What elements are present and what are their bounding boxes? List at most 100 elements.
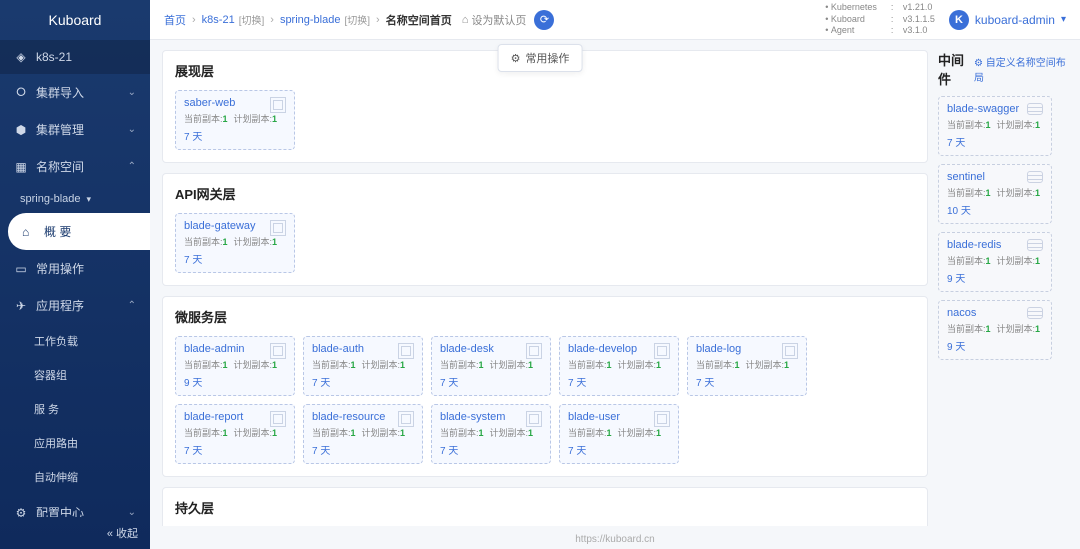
nav-cluster[interactable]: ◈ k8s-21: [0, 40, 150, 74]
nav-cluster-label: k8s-21: [36, 50, 72, 64]
workload-card[interactable]: blade-desk 当前副本:1 计划副本:1 7 天: [431, 336, 551, 396]
nav-service[interactable]: 服 务: [0, 392, 150, 426]
main: 首页 › k8s-21 [切换] › spring-blade [切换] › 名…: [150, 0, 1080, 549]
nav-apps[interactable]: ✈ 应用程序 ⌃: [0, 287, 150, 324]
workload-card[interactable]: sentinel 当前副本:1 计划副本:1 10 天: [938, 164, 1052, 224]
card-age: 7 天: [312, 374, 414, 389]
nav-namespace-selected[interactable]: spring-blade ▾: [0, 185, 150, 213]
nav-overview-label: 概 要: [44, 223, 71, 240]
workload-card[interactable]: blade-admin 当前副本:1 计划副本:1 9 天: [175, 336, 295, 396]
nav-workload[interactable]: 工作负载: [0, 324, 150, 358]
user-menu[interactable]: K kuboard-admin ▾: [949, 10, 1066, 30]
card-age: 7 天: [568, 442, 670, 457]
middleware-cards: blade-swagger 当前副本:1 计划副本:1 7 天 sentinel…: [938, 96, 1068, 360]
cube-icon: [270, 411, 288, 429]
version-info: • Kubernetes:v1.21.0 • Kuboard:v3.1.1.5 …: [825, 2, 935, 37]
workload-card[interactable]: blade-auth 当前副本:1 计划副本:1 7 天: [303, 336, 423, 396]
workload-card[interactable]: blade-redis 当前副本:1 计划副本:1 9 天: [938, 232, 1052, 292]
layer-title: 持久层: [175, 498, 915, 517]
nav-hpa[interactable]: 自动伸缩: [0, 460, 150, 494]
card-age: 7 天: [184, 128, 286, 143]
layers-column: 展现层 saber-web 当前副本:1 计划副本:1 7 天 API网关层 b…: [162, 50, 928, 526]
card-age: 7 天: [184, 442, 286, 457]
workload-card[interactable]: blade-gateway 当前副本:1 计划副本:1 7 天: [175, 213, 295, 273]
workload-card[interactable]: blade-system 当前副本:1 计划副本:1 7 天: [431, 404, 551, 464]
cube-icon: [654, 343, 672, 361]
workload-card[interactable]: blade-log 当前副本:1 计划副本:1 7 天: [687, 336, 807, 396]
workload-card[interactable]: blade-user 当前副本:1 计划副本:1 7 天: [559, 404, 679, 464]
cube-icon: [782, 343, 800, 361]
apps-icon: ✈: [14, 299, 28, 313]
chevron-down-icon: ⌄: [128, 507, 136, 517]
card-age: 7 天: [947, 134, 1043, 149]
layer-cards: saber-web 当前副本:1 计划副本:1 7 天: [175, 90, 915, 150]
database-icon: [1027, 239, 1045, 257]
nav-overview[interactable]: ⌂ 概 要: [8, 213, 150, 250]
nav-manage[interactable]: ⬢ 集群管理 ⌄: [0, 111, 150, 148]
crumb-switch-2[interactable]: [切换]: [344, 12, 370, 27]
cube-icon: [526, 411, 544, 429]
topbar: 首页 › k8s-21 [切换] › spring-blade [切换] › 名…: [150, 0, 1080, 40]
card-age: 7 天: [568, 374, 670, 389]
config-icon: ⚙: [14, 506, 28, 518]
card-age: 7 天: [440, 374, 542, 389]
layer-cards: blade-gateway 当前副本:1 计划副本:1 7 天: [175, 213, 915, 273]
set-default[interactable]: ⌂ 设为默认页: [462, 12, 527, 28]
nav-common-ops[interactable]: ▭ 常用操作: [0, 250, 150, 287]
nav-manage-label: 集群管理: [36, 121, 84, 138]
layer-title: API网关层: [175, 184, 915, 203]
layer-section: 微服务层 blade-admin 当前副本:1 计划副本:1 9 天 blade…: [162, 296, 928, 477]
custom-layout-link[interactable]: ⚙ 自定义名称空间布局: [974, 54, 1068, 84]
brand-logo: Kuboard: [0, 0, 150, 40]
workload-card[interactable]: blade-report 当前副本:1 计划副本:1 7 天: [175, 404, 295, 464]
crumb-switch-1[interactable]: [切换]: [239, 12, 265, 27]
crumb-page: 名称空间首页: [386, 12, 452, 28]
workload-card[interactable]: blade-develop 当前副本:1 计划副本:1 7 天: [559, 336, 679, 396]
nav-import-label: 集群导入: [36, 84, 84, 101]
cube-icon: [270, 343, 288, 361]
workload-card[interactable]: saber-web 当前副本:1 计划副本:1 7 天: [175, 90, 295, 150]
cube-icon: [526, 343, 544, 361]
sidebar: Kuboard ◈ k8s-21 ⭘ 集群导入 ⌄ ⬢ 集群管理 ⌄ ▦ 名称空…: [0, 0, 150, 549]
nav-import[interactable]: ⭘ 集群导入 ⌄: [0, 74, 150, 111]
workload-card[interactable]: blade-swagger 当前副本:1 计划副本:1 7 天: [938, 96, 1052, 156]
card-age: 7 天: [440, 442, 542, 457]
sidebar-collapse[interactable]: « 收起: [0, 517, 150, 549]
home-icon: ⌂: [462, 14, 469, 26]
chevron-down-icon: ⌄: [128, 87, 136, 98]
nav-pods[interactable]: 容器组: [0, 358, 150, 392]
card-age: 10 天: [947, 202, 1043, 217]
cube-icon: [654, 411, 672, 429]
content: 展现层 saber-web 当前副本:1 计划副本:1 7 天 API网关层 b…: [150, 40, 1080, 530]
database-icon: [1027, 171, 1045, 189]
crumb-ns[interactable]: spring-blade: [280, 14, 341, 26]
cube-icon: [270, 220, 288, 238]
card-age: 7 天: [184, 251, 286, 266]
nav-namespace-label: 名称空间: [36, 158, 84, 175]
dropdown-icon: ▾: [87, 194, 92, 205]
nav-apps-label: 应用程序: [36, 297, 84, 314]
database-icon: [1027, 307, 1045, 325]
cube-icon: [270, 97, 288, 115]
crumb-home[interactable]: 首页: [164, 12, 186, 28]
nav-ns-value: spring-blade: [20, 193, 81, 205]
crumb-sep: ›: [376, 14, 380, 26]
card-age: 9 天: [184, 374, 286, 389]
nav-ingress[interactable]: 应用路由: [0, 426, 150, 460]
crumb-cluster[interactable]: k8s-21: [202, 14, 235, 26]
manage-icon: ⬢: [14, 123, 28, 137]
nav-config[interactable]: ⚙ 配置中心 ⌄: [0, 494, 150, 517]
nav-namespace[interactable]: ▦ 名称空间 ⌃: [0, 148, 150, 185]
refresh-button[interactable]: ⟳: [534, 10, 554, 30]
username: kuboard-admin: [975, 13, 1055, 27]
common-ops-floating[interactable]: ⚙ 常用操作: [498, 44, 583, 72]
set-default-label: 设为默认页: [471, 12, 526, 28]
crumb-sep: ›: [192, 14, 196, 26]
layer-section: API网关层 blade-gateway 当前副本:1 计划副本:1 7 天: [162, 173, 928, 286]
float-btn-label: 常用操作: [525, 50, 569, 66]
workload-card[interactable]: nacos 当前副本:1 计划副本:1 9 天: [938, 300, 1052, 360]
cube-icon: [398, 343, 416, 361]
layer-title: 微服务层: [175, 307, 915, 326]
workload-card[interactable]: blade-resource 当前副本:1 计划副本:1 7 天: [303, 404, 423, 464]
import-icon: ⭘: [14, 86, 28, 100]
